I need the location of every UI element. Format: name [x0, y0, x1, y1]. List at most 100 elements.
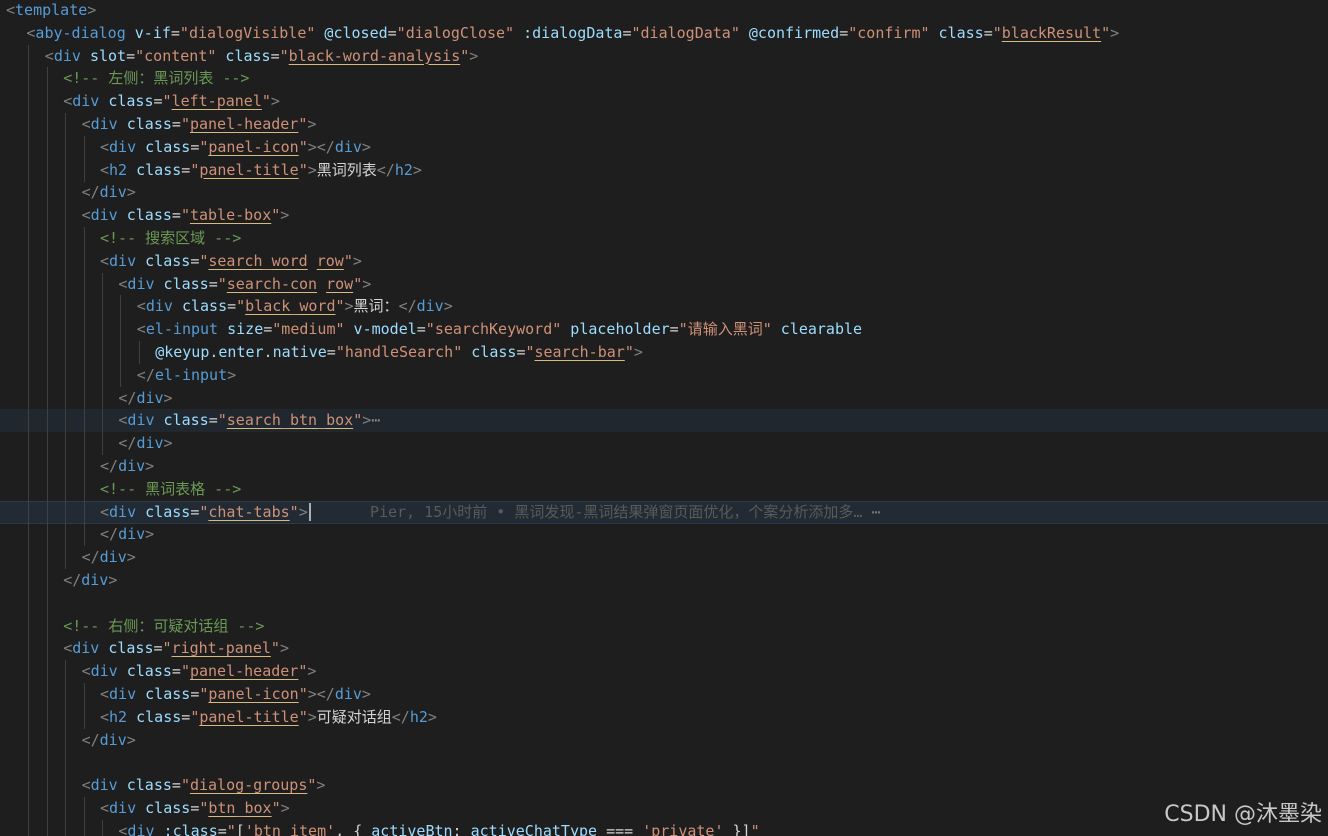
indent-guide [46, 90, 48, 114]
code-line[interactable]: <!-- 黑词表格 --> [0, 477, 1328, 501]
code-line[interactable]: </div> [0, 523, 1328, 547]
code-token: </ [63, 571, 82, 589]
indent-guide [102, 409, 103, 433]
code-line[interactable]: <div class="panel-icon"></div> [0, 135, 1328, 159]
code-token: class [163, 411, 209, 430]
indent-guide [46, 272, 48, 296]
code-token: div [99, 183, 127, 202]
code-token: = [839, 23, 849, 42]
code-token: div [109, 502, 137, 521]
code-token: " [190, 160, 200, 179]
code-line[interactable]: <div class="btn_box"> [0, 797, 1328, 820]
indent-guide [28, 797, 30, 820]
code-token: div [136, 434, 164, 453]
code-line[interactable]: <div class="dialog-groups"> [0, 774, 1328, 798]
code-token: = [387, 23, 397, 42]
code-token: > [633, 343, 643, 361]
code-line[interactable]: </el-input> [0, 363, 1328, 387]
code-token: class [471, 343, 517, 361]
code-line[interactable]: <div class="table-box"> [0, 204, 1328, 228]
code-line[interactable]: <div class="panel-header"> [0, 660, 1328, 684]
code-token: placeholder [570, 320, 670, 339]
blame-more-icon[interactable]: ⋯ [862, 503, 880, 521]
code-token: = [208, 411, 218, 430]
indent-guide [65, 477, 67, 501]
code-line[interactable]: </div> [0, 546, 1328, 570]
indent-guide [46, 181, 48, 205]
indent-guide [46, 546, 48, 570]
code-line[interactable]: <div :class="['btn_item', { activeBtn: a… [0, 819, 1328, 836]
git-blame-annotation[interactable]: Pier, 15小时前 • 黑词发现-黑词结果弹窗页面优化，个案分析添加多… ⋯ [370, 501, 880, 524]
code-token: > [280, 799, 290, 817]
code-token: = [190, 502, 200, 521]
code-line[interactable]: <h2 class="panel-title">可疑对话组</h2> [0, 705, 1328, 729]
code-line[interactable]: @keyup.enter.native="handleSearch" class… [0, 341, 1328, 364]
code-token: = [181, 160, 191, 179]
indent-guide [83, 683, 85, 706]
code-editor[interactable]: <template> <aby-dialog v-if="dialogVisibl… [0, 0, 1328, 836]
code-line[interactable]: <div class="panel-header"> [0, 113, 1328, 136]
indent-guide [46, 774, 48, 798]
code-line[interactable]: </div> [0, 386, 1328, 410]
code-token: = [416, 320, 426, 339]
code-line[interactable]: <div class="chat-tabs"> Pier, 15小时前 • 黑词发… [0, 500, 1328, 524]
code-line[interactable]: <div class="search_word row"> [0, 249, 1328, 273]
code-line[interactable]: <div class="panel-icon"></div> [0, 683, 1328, 706]
indent-guide [83, 318, 85, 342]
indent-guide [28, 249, 30, 273]
code-line[interactable]: <!-- 左侧：黑词列表 --> [0, 67, 1328, 91]
code-line[interactable]: <div class="search_btn_box">⋯ [0, 409, 1328, 433]
code-text: </div> [63, 569, 117, 592]
code-line[interactable]: <div class="search-con row"> [0, 272, 1328, 296]
code-token: dialog-groups [189, 776, 308, 795]
code-token: 'btn_item' [244, 821, 336, 836]
code-text: </el-input> [137, 364, 236, 387]
indent-guide [65, 158, 67, 182]
code-line[interactable]: <!-- 搜索区域 --> [0, 227, 1328, 250]
code-token: panel-header [189, 662, 299, 681]
indent-guide [46, 113, 48, 136]
code-token: " [298, 707, 308, 726]
indent-guide [46, 728, 48, 752]
code-line[interactable]: <div class="right-panel"> [0, 637, 1328, 661]
code-token: div [72, 92, 100, 111]
indent-guide [46, 295, 48, 319]
code-line[interactable]: <el-input size="medium" v-model="searchK… [0, 318, 1328, 342]
indent-guide [83, 705, 85, 729]
fold-ellipsis-icon[interactable]: ⋯ [371, 411, 380, 429]
code-line[interactable]: <!-- 右侧：可疑对话组 --> [0, 614, 1328, 638]
indent-guide [83, 409, 85, 433]
code-line[interactable]: </div> [0, 432, 1328, 456]
code-line[interactable]: </div> [0, 569, 1328, 592]
code-line[interactable]: <div class="left-panel"> [0, 90, 1328, 114]
code-token: panel-header [189, 115, 299, 133]
code-token: </ [376, 160, 395, 179]
code-line[interactable]: <div slot="content" class="black-word-an… [0, 44, 1328, 68]
code-token: search-bar [534, 343, 625, 361]
indent-guide [102, 819, 103, 836]
code-token: class [145, 799, 191, 817]
code-line[interactable]: <aby-dialog v-if="dialogVisible" @closed… [0, 22, 1328, 45]
code-text: <h2 class="panel-title">黑词列表</h2> [100, 159, 422, 182]
code-line[interactable]: </div> [0, 455, 1328, 478]
code-line[interactable] [0, 751, 1328, 775]
code-line[interactable]: <template> [0, 0, 1328, 22]
code-text: <div class="chat-tabs"> [100, 501, 311, 524]
code-line[interactable]: </div> [0, 728, 1328, 752]
code-token: = [217, 821, 227, 836]
code-token: </ [81, 548, 100, 567]
code-token: class [126, 776, 172, 795]
code-token: " [624, 343, 634, 361]
indent-guide [65, 660, 67, 684]
code-line[interactable] [0, 591, 1328, 615]
code-line[interactable]: </div> [0, 181, 1328, 205]
code-line[interactable]: <div class="black_word">黑词：</div> [0, 295, 1328, 319]
code-token: div [90, 115, 118, 133]
code-line[interactable]: <h2 class="panel-title">黑词列表</h2> [0, 158, 1328, 182]
indent-guide [46, 318, 48, 342]
indent-guide [46, 591, 48, 615]
code-token: v-if [134, 23, 171, 42]
